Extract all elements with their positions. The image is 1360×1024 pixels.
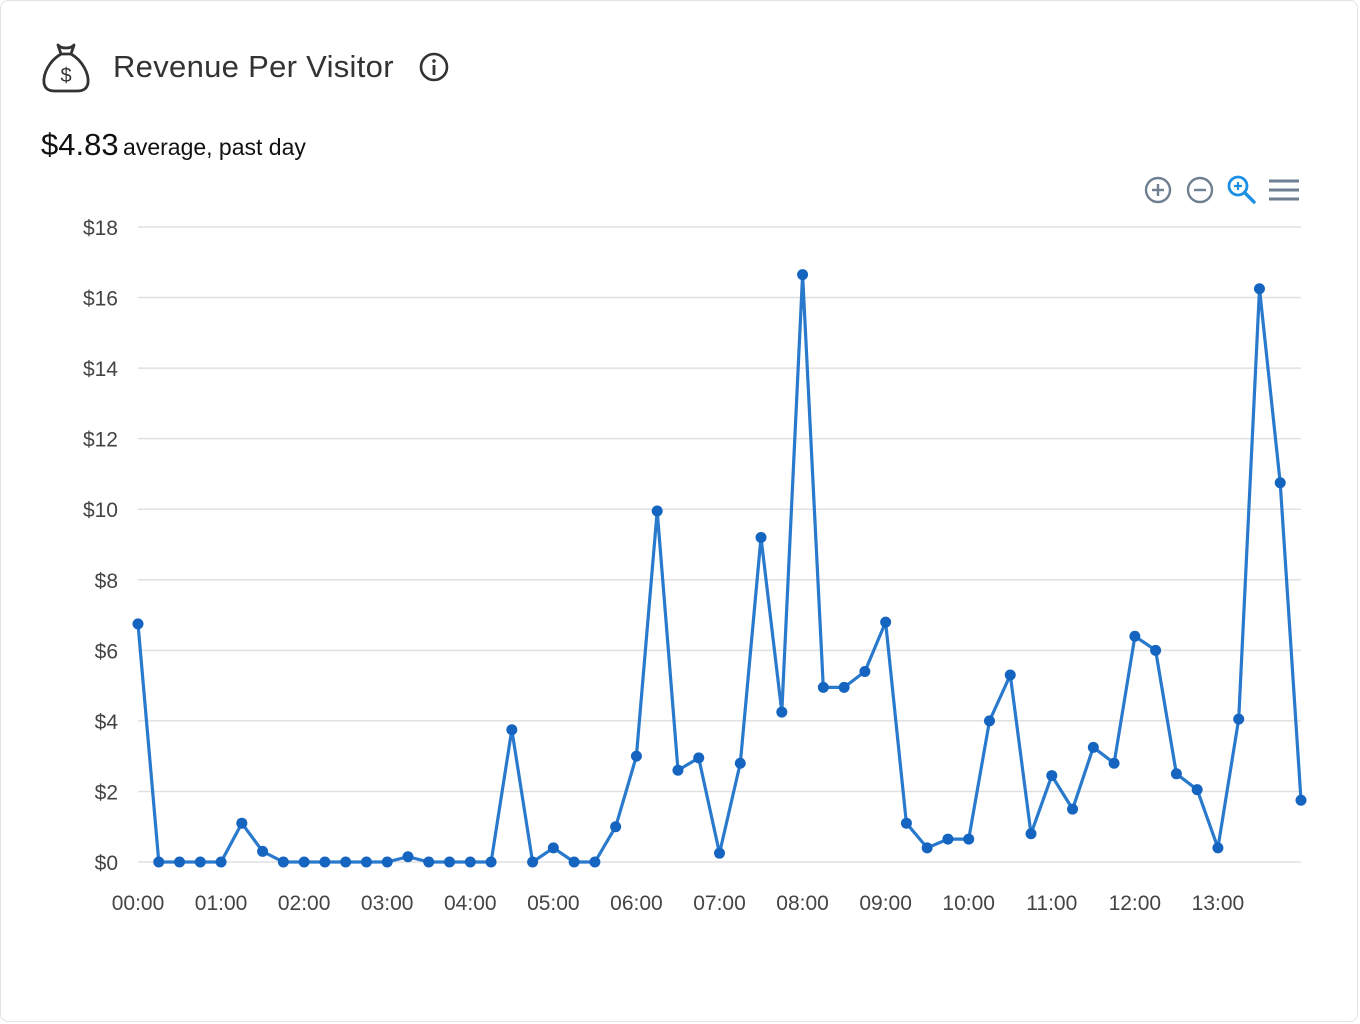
- data-point[interactable]: [610, 821, 622, 833]
- y-tick-label: $2: [95, 781, 118, 804]
- data-point[interactable]: [464, 856, 476, 868]
- y-tick-label: $12: [83, 429, 118, 452]
- y-tick-label: $10: [83, 499, 118, 522]
- data-point[interactable]: [714, 847, 725, 859]
- data-point[interactable]: [921, 842, 933, 854]
- y-tick-label: $4: [95, 711, 119, 734]
- data-point[interactable]: [963, 833, 975, 845]
- x-tick-label: 12:00: [1109, 892, 1162, 915]
- data-point[interactable]: [672, 764, 684, 776]
- x-tick-label: 05:00: [527, 892, 580, 915]
- data-point[interactable]: [983, 715, 995, 727]
- data-point[interactable]: [298, 856, 310, 868]
- data-point[interactable]: [734, 757, 746, 769]
- revenue-line-chart: $0 $2 $4 $6 $8 $10 $12 $14 $16 $18 00:00 01:00 02:0…: [83, 217, 1307, 915]
- data-point[interactable]: [693, 752, 705, 764]
- x-tick-label: 02:00: [278, 892, 331, 915]
- data-point[interactable]: [485, 856, 497, 868]
- data-point[interactable]: [506, 724, 518, 736]
- x-tick-label: 06:00: [610, 892, 663, 915]
- data-point[interactable]: [1004, 669, 1016, 681]
- data-point[interactable]: [527, 856, 539, 868]
- data-point[interactable]: [402, 851, 414, 863]
- data-point[interactable]: [360, 856, 372, 868]
- x-tick-label: 03:00: [361, 892, 414, 915]
- y-tick-label: $6: [95, 640, 118, 663]
- data-point[interactable]: [942, 833, 954, 845]
- data-point[interactable]: [568, 856, 580, 868]
- data-points: [132, 269, 1307, 868]
- x-tick-label: 01:00: [195, 892, 248, 915]
- data-point[interactable]: [277, 856, 289, 868]
- x-tick-label: 07:00: [693, 892, 746, 915]
- data-point[interactable]: [776, 706, 788, 718]
- data-point[interactable]: [880, 616, 892, 628]
- x-tick-label: 04:00: [444, 892, 497, 915]
- x-axis-ticks: 00:00 01:00 02:00 03:00 04:00 05:00 06:00 07:00…: [112, 892, 1244, 915]
- data-point[interactable]: [859, 666, 871, 677]
- data-point[interactable]: [1274, 477, 1286, 489]
- data-point[interactable]: [319, 856, 331, 868]
- data-point[interactable]: [651, 505, 663, 517]
- x-tick-label: 11:00: [1026, 892, 1077, 915]
- x-tick-label: 09:00: [859, 892, 912, 915]
- data-point[interactable]: [194, 856, 206, 868]
- data-point[interactable]: [1253, 283, 1265, 295]
- data-point[interactable]: [817, 681, 829, 693]
- data-point[interactable]: [1087, 741, 1099, 753]
- y-tick-label: $18: [83, 217, 118, 240]
- y-tick-label: $8: [95, 570, 118, 593]
- data-point[interactable]: [236, 817, 248, 829]
- data-point[interactable]: [132, 618, 144, 630]
- data-point[interactable]: [215, 856, 227, 868]
- data-point[interactable]: [1150, 644, 1162, 656]
- revenue-per-visitor-card: $ Revenue Per Visitor $4.83 average, pas…: [0, 0, 1358, 1022]
- data-point[interactable]: [900, 817, 912, 829]
- data-point[interactable]: [1129, 630, 1141, 642]
- data-point[interactable]: [1067, 803, 1079, 815]
- data-point[interactable]: [1233, 713, 1245, 725]
- y-axis-ticks: $0 $2 $4 $6 $8 $10 $12 $14 $16 $18: [83, 217, 118, 875]
- data-point[interactable]: [838, 681, 850, 693]
- data-point[interactable]: [257, 845, 269, 857]
- x-tick-label: 00:00: [112, 892, 165, 915]
- data-point[interactable]: [797, 269, 809, 281]
- data-point[interactable]: [1295, 794, 1307, 806]
- x-tick-label: 08:00: [776, 892, 829, 915]
- grid-lines: [138, 226, 1301, 863]
- revenue-series-line: [136, 273, 1303, 864]
- x-tick-label: 13:00: [1192, 892, 1245, 915]
- data-point[interactable]: [153, 856, 165, 868]
- data-point[interactable]: [1108, 757, 1120, 769]
- data-point[interactable]: [1212, 842, 1224, 854]
- data-point[interactable]: [340, 856, 352, 868]
- data-point[interactable]: [589, 856, 601, 868]
- data-point[interactable]: [1191, 784, 1203, 796]
- y-tick-label: $16: [83, 288, 118, 311]
- data-point[interactable]: [1025, 828, 1037, 840]
- data-point[interactable]: [423, 856, 435, 868]
- data-point[interactable]: [174, 856, 186, 868]
- data-point[interactable]: [1046, 770, 1058, 782]
- data-point[interactable]: [444, 856, 456, 868]
- x-tick-label: 10:00: [942, 892, 995, 915]
- data-point[interactable]: [630, 750, 642, 762]
- data-point[interactable]: [1170, 768, 1182, 780]
- data-point[interactable]: [381, 856, 393, 868]
- data-point[interactable]: [755, 531, 767, 543]
- y-tick-label: $14: [83, 358, 118, 381]
- y-tick-label: $0: [95, 852, 118, 875]
- data-point[interactable]: [547, 842, 559, 854]
